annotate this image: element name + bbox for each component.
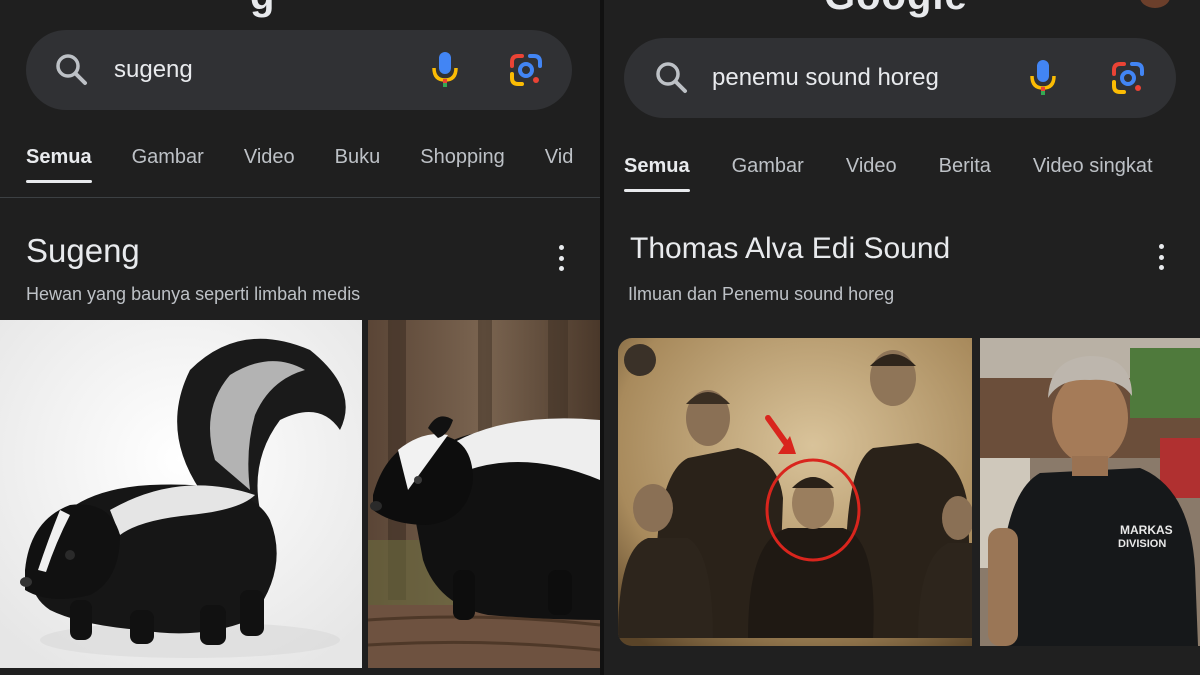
google-logo: g: [250, 0, 275, 19]
search-bar[interactable]: penemu sound horeg: [624, 38, 1176, 118]
search-icon: [56, 54, 87, 85]
more-vert-icon[interactable]: [557, 245, 565, 271]
tshirt-text-2: DIVISION: [1118, 538, 1166, 550]
result-title[interactable]: Sugeng: [26, 232, 140, 270]
tab-berita[interactable]: Berita: [939, 155, 991, 192]
mic-icon[interactable]: [430, 50, 460, 90]
search-icon: [656, 62, 687, 93]
search-tabs: Semua Gambar Video Buku Shopping Vid: [26, 146, 573, 183]
result-subtitle: Ilmuan dan Penemu sound horeg: [628, 284, 895, 304]
result-image-person[interactable]: MARKAS DIVISION: [980, 338, 1200, 646]
search-tabs: Semua Gambar Video Berita Video singkat: [624, 155, 1153, 192]
tshirt-text-1: MARKAS: [1120, 523, 1173, 537]
google-lens-icon[interactable]: [1110, 60, 1146, 96]
tab-shopping[interactable]: Shopping: [420, 146, 505, 183]
tab-video[interactable]: Video: [846, 155, 897, 192]
tab-video-singkat[interactable]: Video singkat: [1033, 155, 1153, 192]
result-title[interactable]: Thomas Alva Edi Sound: [630, 232, 950, 266]
search-bar[interactable]: sugeng: [26, 30, 572, 110]
search-input[interactable]: penemu sound horeg: [712, 64, 1028, 92]
mic-icon[interactable]: [1028, 58, 1058, 98]
tab-buku[interactable]: Buku: [335, 146, 381, 183]
right-panel: Google penemu sound horeg Semua Gambar V…: [604, 0, 1200, 675]
result-subtitle: Hewan yang baunya seperti limbah medis: [26, 284, 361, 304]
skunk-photo: [368, 320, 600, 668]
tab-semua[interactable]: Semua: [26, 146, 92, 183]
result-image-skunk-2[interactable]: [368, 320, 600, 668]
google-logo: Google: [824, 0, 968, 19]
tabs-divider: [0, 197, 600, 198]
more-vert-icon[interactable]: [1157, 244, 1165, 270]
result-image-skunk-1[interactable]: [0, 320, 362, 668]
person-photo: MARKAS DIVISION: [980, 338, 1200, 646]
tab-semua[interactable]: Semua: [624, 155, 690, 192]
tab-video-singkat[interactable]: Vid: [545, 146, 574, 183]
avatar[interactable]: [1140, 0, 1170, 8]
google-lens-icon[interactable]: [508, 52, 544, 88]
result-image-group-portrait[interactable]: [618, 338, 972, 646]
left-panel: g sugeng Semua Gambar Video Buku Shoppin…: [0, 0, 600, 675]
tab-gambar[interactable]: Gambar: [732, 155, 804, 192]
skunk-photo: [0, 320, 362, 668]
search-input[interactable]: sugeng: [114, 56, 430, 84]
tab-video[interactable]: Video: [244, 146, 295, 183]
group-portrait-photo: [618, 338, 972, 646]
tab-gambar[interactable]: Gambar: [132, 146, 204, 183]
